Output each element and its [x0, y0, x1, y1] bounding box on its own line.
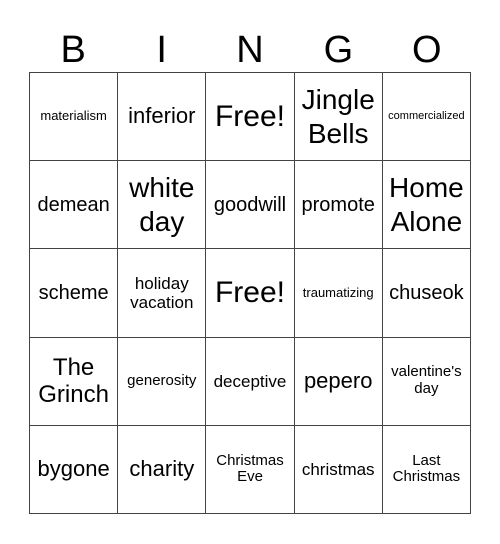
bingo-cell[interactable]: charity — [118, 425, 207, 514]
header-letter-g: G — [323, 29, 354, 71]
bingo-cell[interactable]: bygone — [30, 425, 119, 514]
bingo-cell[interactable]: promote — [294, 161, 383, 250]
bingo-cell[interactable]: commercialized — [382, 73, 471, 162]
bingo-cell[interactable]: The Grinch — [30, 337, 119, 426]
bingo-cell[interactable]: materialism — [30, 73, 119, 162]
header-letter-n: N — [236, 29, 264, 71]
header-letter-b: B — [60, 29, 86, 71]
bingo-cell[interactable]: demean — [30, 161, 119, 250]
bingo-cell[interactable]: goodwill — [206, 161, 295, 250]
bingo-cell[interactable]: white day — [118, 161, 207, 250]
header-letter-i: I — [156, 29, 167, 71]
bingo-cell[interactable]: Last Christmas — [382, 425, 471, 514]
bingo-cell[interactable]: chuseok — [382, 249, 471, 338]
bingo-header: B I N G O — [29, 22, 471, 72]
bingo-cell[interactable]: valentine's day — [382, 337, 471, 426]
bingo-cell[interactable]: generosity — [118, 337, 207, 426]
bingo-grid: materialism inferior Free! Jingle Bells … — [29, 72, 471, 514]
bingo-cell[interactable]: christmas — [294, 425, 383, 514]
bingo-cell[interactable]: scheme — [30, 249, 119, 338]
bingo-cell[interactable]: inferior — [118, 73, 207, 162]
bingo-cell[interactable]: pepero — [294, 337, 383, 426]
bingo-cell[interactable]: Jingle Bells — [294, 73, 383, 162]
free-space-cell[interactable]: Free! — [206, 73, 295, 162]
bingo-cell[interactable]: Home Alone — [382, 161, 471, 250]
bingo-cell[interactable]: holiday vacation — [118, 249, 207, 338]
bingo-cell[interactable]: Christmas Eve — [206, 425, 295, 514]
bingo-cell[interactable]: traumatizing — [294, 249, 383, 338]
bingo-cell[interactable]: deceptive — [206, 337, 295, 426]
header-letter-o: O — [412, 29, 442, 71]
free-space-cell[interactable]: Free! — [206, 249, 295, 338]
